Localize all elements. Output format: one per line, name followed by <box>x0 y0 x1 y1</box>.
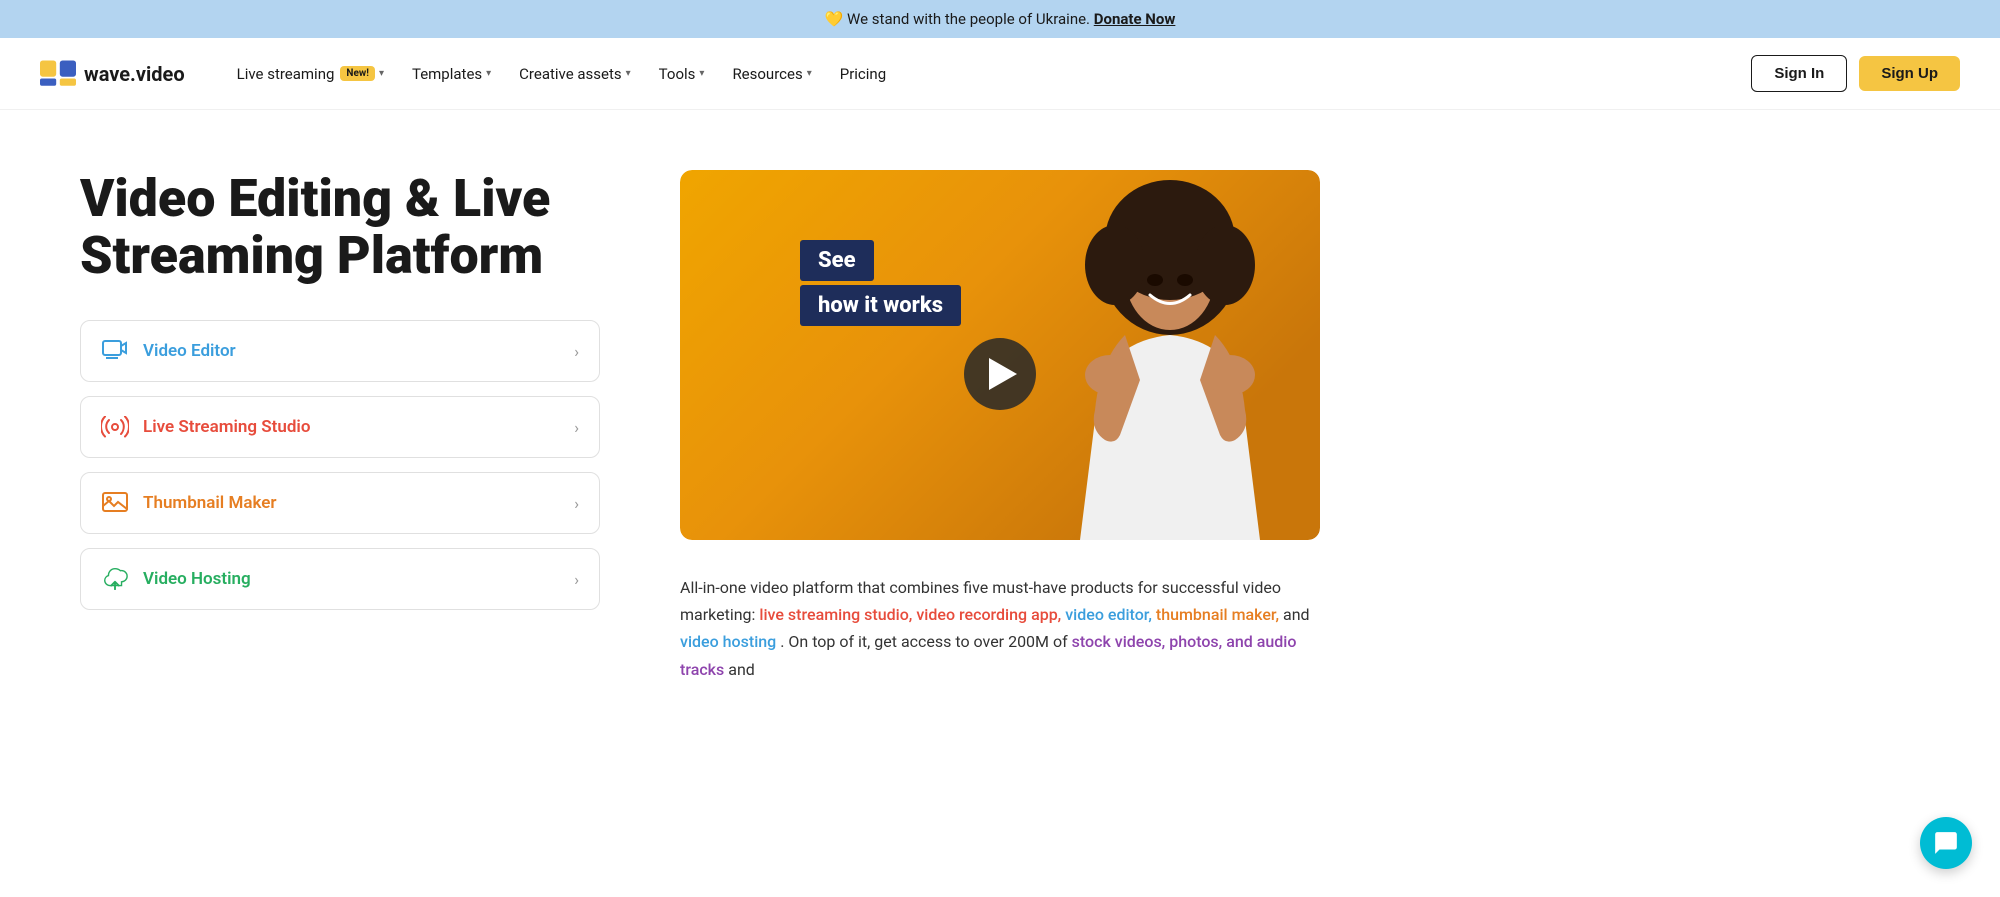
desc-and: and <box>1283 605 1310 624</box>
feature-label-video-editor: Video Editor <box>143 341 236 361</box>
badge-line1: See <box>800 240 874 281</box>
thumbnail-icon <box>101 489 129 517</box>
feature-label-hosting: Video Hosting <box>143 569 251 589</box>
feature-label-live-streaming: Live Streaming Studio <box>143 417 310 437</box>
signup-button[interactable]: Sign Up <box>1859 56 1960 91</box>
nav-label-templates: Templates <box>412 65 482 83</box>
chevron-down-icon: ▾ <box>486 68 491 79</box>
chevron-down-icon: ▾ <box>699 68 704 79</box>
feature-item-left: Video Hosting <box>101 565 251 593</box>
hero-section: Video Editing & Live Streaming Platform … <box>0 110 2000 723</box>
nav-actions: Sign In Sign Up <box>1751 55 1960 92</box>
nav-item-pricing[interactable]: Pricing <box>828 57 898 91</box>
feature-item-live-streaming[interactable]: Live Streaming Studio › <box>80 396 600 458</box>
chevron-down-icon: ▾ <box>379 68 384 79</box>
nav-label-resources: Resources <box>732 65 802 83</box>
feature-item-video-editor[interactable]: Video Editor › <box>80 320 600 382</box>
video-editor-icon <box>101 337 129 365</box>
video-container: See how it works <box>680 170 1320 540</box>
nav-label-creative-assets: Creative assets <box>519 65 621 83</box>
donate-link[interactable]: Donate Now <box>1094 10 1176 28</box>
feature-label-thumbnail: Thumbnail Maker <box>143 493 277 513</box>
feature-item-left: Thumbnail Maker <box>101 489 277 517</box>
nav-label-tools: Tools <box>659 65 696 83</box>
feature-item-thumbnail[interactable]: Thumbnail Maker › <box>80 472 600 534</box>
video-background: See how it works <box>680 170 1320 540</box>
logo[interactable]: wave.video <box>40 60 185 88</box>
nav-item-live-streaming[interactable]: Live streaming New! ▾ <box>225 57 396 91</box>
arrow-right-icon: › <box>574 570 579 589</box>
chat-icon <box>1933 830 1959 856</box>
logo-text: wave.video <box>84 62 185 86</box>
feature-item-hosting[interactable]: Video Hosting › <box>80 548 600 610</box>
live-streaming-icon <box>101 413 129 441</box>
nav-item-creative-assets[interactable]: Creative assets ▾ <box>507 57 643 91</box>
nav-links: Live streaming New! ▾ Templates ▾ Creati… <box>225 57 1752 91</box>
arrow-right-icon: › <box>574 342 579 361</box>
hosting-icon <box>101 565 129 593</box>
link-hosting[interactable]: video hosting <box>680 632 776 651</box>
woman-figure <box>1040 180 1300 540</box>
feature-list: Video Editor › Live <box>80 320 600 610</box>
heart-icon: 💛 <box>825 10 844 28</box>
feature-item-left: Live Streaming Studio <box>101 413 310 441</box>
banner-text: We stand with the people of Ukraine. <box>847 10 1090 28</box>
arrow-right-icon: › <box>574 494 579 513</box>
ukraine-banner: 💛 We stand with the people of Ukraine. D… <box>0 0 2000 38</box>
nav-item-templates[interactable]: Templates ▾ <box>400 57 503 91</box>
link-video-editor[interactable]: video editor, <box>1065 605 1152 624</box>
hero-title: Video Editing & Live Streaming Platform <box>80 170 600 284</box>
hero-description: All-in-one video platform that combines … <box>680 574 1320 683</box>
hero-left: Video Editing & Live Streaming Platform … <box>80 170 600 683</box>
feature-item-left: Video Editor <box>101 337 236 365</box>
play-button[interactable] <box>964 338 1036 410</box>
see-how-badge: See how it works <box>800 240 961 330</box>
badge-line2: how it works <box>800 285 961 326</box>
desc-text-3: and <box>728 660 755 679</box>
chevron-down-icon: ▾ <box>807 68 812 79</box>
nav-label-live-streaming: Live streaming <box>237 65 335 83</box>
desc-text-2: . On top of it, get access to over 200M … <box>780 632 1071 651</box>
new-badge: New! <box>340 66 375 81</box>
link-thumbnail[interactable]: thumbnail maker, <box>1156 605 1279 624</box>
nav-item-resources[interactable]: Resources ▾ <box>720 57 823 91</box>
logo-icon <box>40 60 76 88</box>
chevron-down-icon: ▾ <box>626 68 631 79</box>
link-live-streaming[interactable]: live streaming studio, video recording a… <box>759 605 1061 624</box>
nav-item-tools[interactable]: Tools ▾ <box>647 57 717 91</box>
nav-label-pricing: Pricing <box>840 65 886 83</box>
arrow-right-icon: › <box>574 418 579 437</box>
chat-button[interactable] <box>1920 817 1972 869</box>
navbar: wave.video Live streaming New! ▾ Templat… <box>0 38 2000 110</box>
signin-button[interactable]: Sign In <box>1751 55 1847 92</box>
hero-right: See how it works All-in-one video platfo… <box>680 170 1920 683</box>
